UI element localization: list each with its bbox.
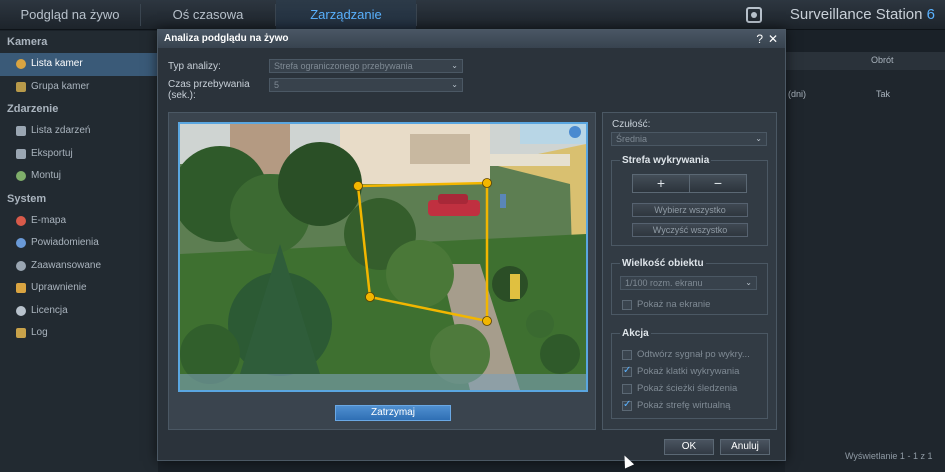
export-icon bbox=[16, 148, 26, 159]
tab-timeline[interactable]: Oś czasowa bbox=[141, 0, 275, 30]
chevron-down-icon: ⌄ bbox=[755, 134, 762, 143]
dwell-time-select[interactable]: 5 ⌄ bbox=[269, 78, 463, 92]
lock-icon bbox=[16, 283, 26, 293]
sidebar-item-label: Montuj bbox=[31, 170, 62, 181]
sidebar-item-label: Zaawansowane bbox=[31, 259, 102, 271]
surveillance-camera-logo-icon bbox=[746, 7, 762, 23]
brand-name: Surveillance Station bbox=[789, 6, 923, 23]
show-tracking-paths-label: Pokaż ścieżki śledzenia bbox=[637, 383, 738, 394]
tab-live-view[interactable]: Podgląd na żywo bbox=[0, 0, 140, 30]
notification-icon bbox=[16, 238, 26, 248]
close-icon[interactable]: ✕ bbox=[768, 30, 778, 48]
column-header-rotation[interactable]: Obrót bbox=[871, 55, 894, 65]
ok-button[interactable]: OK bbox=[664, 439, 714, 455]
sidebar-item-license[interactable]: Licencja bbox=[0, 300, 158, 323]
sidebar-item-label: Grupa kamer bbox=[31, 80, 90, 92]
detection-zone-title: Strefa wykrywania bbox=[620, 155, 712, 166]
sensitivity-label: Czułość: bbox=[612, 119, 651, 130]
play-sound-checkbox[interactable] bbox=[622, 350, 632, 360]
sidebar-item-export[interactable]: Eksportuj bbox=[0, 143, 158, 166]
retention-days-cell: (dni) bbox=[788, 89, 807, 99]
analysis-type-label: Typ analizy: bbox=[168, 61, 221, 72]
camera-list-header: Obrót bbox=[785, 52, 945, 70]
show-detection-frames-checkbox[interactable] bbox=[622, 365, 632, 377]
show-on-screen-checkbox[interactable] bbox=[622, 300, 632, 310]
clear-all-button[interactable]: Wyczyść wszystko bbox=[632, 223, 748, 237]
play-sound-label: Odtwórz sygnał po wykry... bbox=[637, 349, 750, 360]
analysis-type-value: Strefa ograniczonego przebywania bbox=[274, 61, 413, 71]
tab-separator bbox=[416, 4, 417, 26]
sidebar-item-label: Lista kamer bbox=[31, 58, 83, 69]
sensitivity-select[interactable]: Średnia ⌄ bbox=[611, 132, 767, 146]
sidebar-section-event: Zdarzenie bbox=[7, 103, 59, 115]
rotation-cell: Tak bbox=[876, 89, 891, 99]
map-pin-icon bbox=[16, 215, 26, 226]
object-size-value: 1/100 rozm. ekranu bbox=[625, 278, 703, 288]
top-navigation-bar: Podgląd na żywo Oś czasowa Zarządzanie S… bbox=[0, 0, 945, 30]
object-size-select[interactable]: 1/100 rozm. ekranu ⌄ bbox=[620, 276, 757, 290]
select-all-button[interactable]: Wybierz wszystko bbox=[632, 203, 748, 217]
dwell-time-label-line1: Czas przebywania bbox=[168, 79, 250, 90]
sidebar-item-label: Licencja bbox=[31, 304, 68, 316]
app-brand: Surveillance Station 6 bbox=[790, 0, 935, 30]
remove-zone-button[interactable]: − bbox=[689, 174, 747, 193]
gear-icon bbox=[16, 260, 26, 271]
add-zone-button[interactable]: + bbox=[632, 174, 690, 193]
key-icon bbox=[16, 305, 26, 316]
dwell-time-label-line2: (sek.): bbox=[168, 90, 196, 101]
mount-icon bbox=[16, 171, 26, 181]
pagination-info: Wyświetlanie 1 - 1 z 1 bbox=[845, 451, 933, 461]
camera-icon bbox=[16, 59, 26, 69]
show-virtual-zone-label: Pokaż strefę wirtualną bbox=[637, 400, 731, 411]
sidebar-item-emap[interactable]: E-mapa bbox=[0, 210, 158, 233]
brand-version: 6 bbox=[926, 6, 935, 23]
camera-list-panel bbox=[785, 52, 945, 472]
sidebar-item-notifications[interactable]: Powiadomienia bbox=[0, 232, 158, 255]
sidebar-item-mount[interactable]: Montuj bbox=[0, 165, 158, 188]
live-video-feed[interactable] bbox=[178, 122, 588, 392]
sidebar-item-event-list[interactable]: Lista zdarzeń bbox=[0, 120, 158, 143]
sidebar-item-privileges[interactable]: Uprawnienie bbox=[0, 277, 158, 300]
sidebar-item-advanced[interactable]: Zaawansowane bbox=[0, 255, 158, 278]
sensitivity-value: Średnia bbox=[616, 134, 648, 144]
show-tracking-paths-checkbox[interactable] bbox=[622, 384, 632, 394]
sidebar-item-label: E-mapa bbox=[31, 214, 67, 226]
live-analytics-dialog: Analiza podglądu na żywo ? ✕ Typ analizy… bbox=[157, 29, 786, 461]
sidebar-item-label: Log bbox=[31, 327, 48, 338]
sidebar-section-camera: Kamera bbox=[7, 36, 48, 48]
camera-group-icon bbox=[16, 81, 26, 92]
show-virtual-zone-checkbox[interactable] bbox=[622, 399, 632, 411]
sidebar-item-label: Uprawnienie bbox=[31, 282, 87, 293]
help-icon[interactable]: ? bbox=[756, 30, 763, 48]
sidebar-item-log[interactable]: Log bbox=[0, 322, 158, 345]
list-icon bbox=[16, 126, 26, 136]
action-title: Akcja bbox=[620, 328, 651, 339]
show-detection-frames-label: Pokaż klatki wykrywania bbox=[637, 366, 740, 377]
stop-button[interactable]: Zatrzymaj bbox=[335, 405, 451, 421]
show-on-screen-label: Pokaż na ekranie bbox=[637, 299, 711, 310]
sidebar-item-camera-list[interactable]: Lista kamer bbox=[0, 53, 158, 76]
dwell-time-value: 5 bbox=[274, 80, 280, 90]
chevron-down-icon: ⌄ bbox=[451, 61, 458, 70]
sidebar-item-label: Lista zdarzeń bbox=[31, 125, 91, 136]
chevron-down-icon: ⌄ bbox=[451, 80, 458, 89]
camera-scene-image bbox=[180, 124, 586, 390]
object-size-title: Wielkość obiektu bbox=[620, 258, 706, 269]
chevron-down-icon: ⌄ bbox=[745, 278, 752, 287]
sidebar-section-system: System bbox=[7, 192, 47, 205]
sidebar-item-camera-group[interactable]: Grupa kamer bbox=[0, 76, 158, 99]
cancel-button[interactable]: Anuluj bbox=[720, 439, 770, 455]
analysis-type-select[interactable]: Strefa ograniczonego przebywania ⌄ bbox=[269, 59, 463, 73]
log-icon bbox=[16, 328, 26, 338]
dwell-time-label: Czas przebywania (sek.): bbox=[168, 79, 250, 101]
tab-management[interactable]: Zarządzanie bbox=[276, 0, 416, 30]
sidebar-item-label: Eksportuj bbox=[31, 147, 73, 159]
sidebar: Kamera Lista kamer Grupa kamer Zdarzenie… bbox=[0, 31, 158, 472]
dialog-title: Analiza podglądu na żywo bbox=[158, 30, 785, 48]
sidebar-item-label: Powiadomienia bbox=[31, 237, 99, 248]
